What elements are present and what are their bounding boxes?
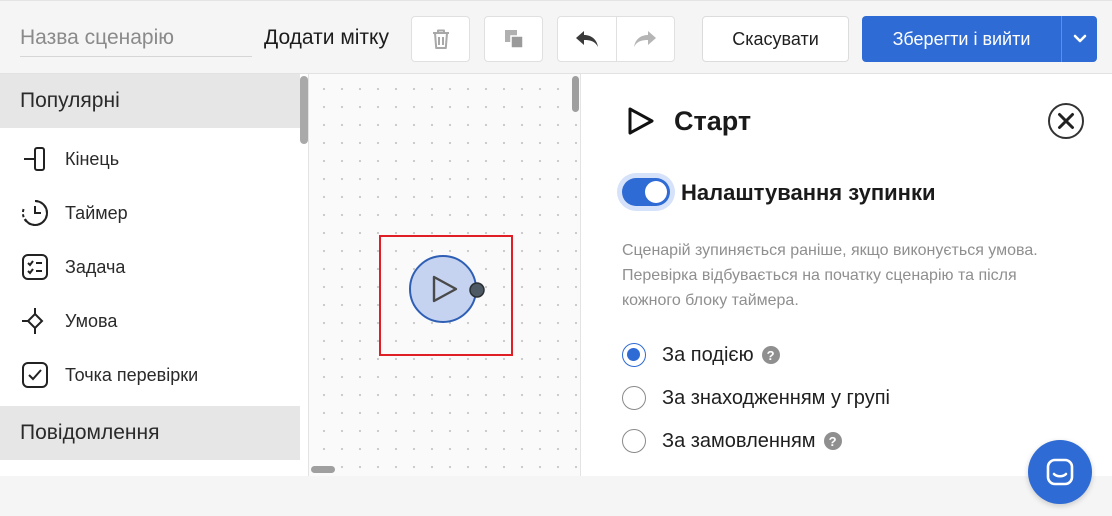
close-icon [1048,103,1084,139]
redo-icon [634,31,657,47]
top-toolbar: Додати мітку Ск [0,0,1112,74]
undo-icon [575,31,598,47]
delete-button[interactable] [411,16,470,62]
palette-scrollbar[interactable] [300,76,308,144]
option-label: За знаходженням у групі [662,386,890,409]
save-options-dropdown[interactable] [1061,16,1097,62]
bottom-strip [0,476,1112,516]
palette-item-label: Задача [65,256,126,277]
canvas-horizontal-scrollbar[interactable] [311,466,335,473]
palette-item-timer[interactable]: Таймер [0,186,300,240]
save-and-exit-button[interactable]: Зберегти і вийти [862,16,1061,62]
palette-item-checkpoint[interactable]: Точка перевірки [0,348,300,402]
stop-settings-description: Сценарій зупиняється раніше, якщо викону… [622,242,1038,309]
history-controls [557,16,675,62]
radio-button[interactable] [622,343,646,367]
radio-button[interactable] [622,386,646,410]
help-icon[interactable]: ? [761,346,780,364]
palette-item-label: Кінець [65,148,120,169]
panel-title: Старт [674,106,752,136]
palette-section-messages[interactable]: Повідомлення [0,406,300,460]
help-icon[interactable]: ? [823,432,842,450]
option-label: За замовленням [662,429,816,452]
palette-item-label: Таймер [65,202,128,223]
copy-icon [504,30,524,49]
scenario-canvas[interactable] [308,74,581,476]
toggle-knob [645,181,667,203]
radio-button[interactable] [622,429,646,453]
chevron-down-icon [1073,34,1086,43]
palette-item-label: Точка перевірки [65,364,199,385]
stop-settings-label: Налаштування зупинки [681,180,936,205]
save-button-group: Зберегти і вийти [862,16,1097,62]
timer-icon [20,198,50,228]
undo-button[interactable] [558,17,616,61]
block-palette: Популярні Кінець Таймер Задача Умова Точ… [0,74,308,474]
end-icon [20,144,50,174]
add-tag-button[interactable]: Додати мітку [264,23,389,53]
duplicate-button[interactable] [484,16,543,62]
start-node[interactable] [379,235,513,356]
option-by-event[interactable]: За подією ? [622,342,780,368]
palette-item-condition[interactable]: Умова [0,294,300,348]
chat-icon [1046,458,1074,486]
task-icon [20,252,50,282]
stop-settings-toggle[interactable] [622,178,670,206]
canvas-vertical-scrollbar[interactable] [572,76,579,112]
option-by-group[interactable]: За знаходженням у групі [622,385,890,411]
close-panel-button[interactable] [1047,102,1085,140]
checkpoint-icon [20,360,50,390]
cancel-button[interactable]: Скасувати [702,16,849,62]
palette-section-popular[interactable]: Популярні [0,74,300,128]
option-label: За подією [662,343,754,366]
palette-item-task[interactable]: Задача [0,240,300,294]
start-node-shape [409,255,485,323]
block-settings-panel: Старт Налаштування зупинки Сценарій зупи… [582,74,1112,476]
node-output-port [469,282,485,298]
scenario-editor: Додати мітку Ск [0,0,1112,516]
redo-button[interactable] [615,17,675,61]
chat-widget-button[interactable] [1028,440,1092,504]
trash-icon [432,29,449,49]
option-by-order[interactable]: За замовленням ? [622,428,842,454]
condition-icon [20,306,50,336]
palette-item-end[interactable]: Кінець [0,132,300,186]
scenario-name-input[interactable] [20,19,252,57]
palette-item-label: Умова [65,310,118,331]
play-icon [628,107,654,135]
